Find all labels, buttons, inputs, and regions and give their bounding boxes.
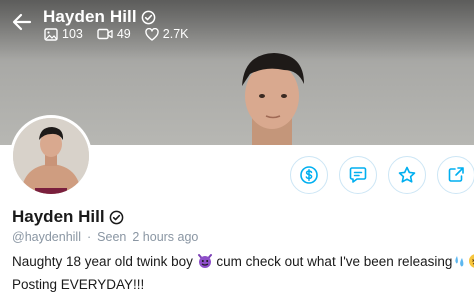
header-name-text: Hayden Hill	[43, 7, 137, 26]
last-seen-value: 2 hours ago	[132, 230, 199, 244]
verified-icon	[109, 210, 124, 225]
favorite-button[interactable]	[388, 156, 426, 194]
stat-videos-value: 49	[116, 27, 131, 41]
profile-bio: Naughty 18 year old twink boy cum check …	[12, 252, 474, 295]
verified-icon	[141, 10, 156, 25]
share-button[interactable]	[437, 156, 474, 194]
image-icon	[44, 27, 58, 41]
dollar-icon	[300, 166, 318, 184]
stat-photos-value: 103	[62, 27, 83, 41]
bio-line-2: Posting EVERYDAY!!!	[12, 277, 145, 292]
message-icon	[349, 167, 367, 183]
last-seen-label: Seen	[97, 230, 127, 244]
stat-likes: 2.7K	[145, 27, 189, 41]
arrow-left-icon	[12, 13, 32, 31]
stat-likes-value: 2.7K	[162, 27, 189, 41]
avatar[interactable]	[10, 115, 92, 197]
back-button[interactable]	[10, 10, 34, 34]
stat-photos: 103	[44, 27, 83, 41]
video-icon	[97, 28, 113, 40]
tip-button[interactable]	[290, 156, 328, 194]
tongue-emoji-icon	[468, 253, 474, 275]
avatar-photo	[13, 118, 89, 194]
profile-name: Hayden Hill	[12, 207, 124, 227]
sweat-droplets-emoji-icon	[452, 253, 468, 275]
stat-videos: 49	[97, 27, 131, 41]
bio-line-1: Naughty 18 year old twink boy cum check …	[12, 252, 474, 275]
bio-text-1b: cum check out what I've been releasing	[216, 254, 453, 269]
profile-name-text: Hayden Hill	[12, 207, 105, 226]
share-icon	[448, 167, 464, 182]
heart-icon	[145, 27, 159, 41]
header-stats: 103 49 2.7K	[44, 27, 188, 41]
meta-separator: ·	[86, 230, 92, 244]
profile-actions	[290, 156, 474, 194]
profile-handle: @haydenhill	[12, 230, 81, 244]
message-button[interactable]	[339, 156, 377, 194]
star-icon	[398, 166, 416, 183]
header-title: Hayden Hill	[43, 7, 156, 27]
bio-text-1a: Naughty 18 year old twink boy	[12, 254, 193, 269]
profile-meta: @haydenhill · Seen 2 hours ago	[12, 230, 198, 244]
devil-emoji-icon	[197, 253, 213, 275]
cover-photo-subject	[242, 53, 304, 145]
